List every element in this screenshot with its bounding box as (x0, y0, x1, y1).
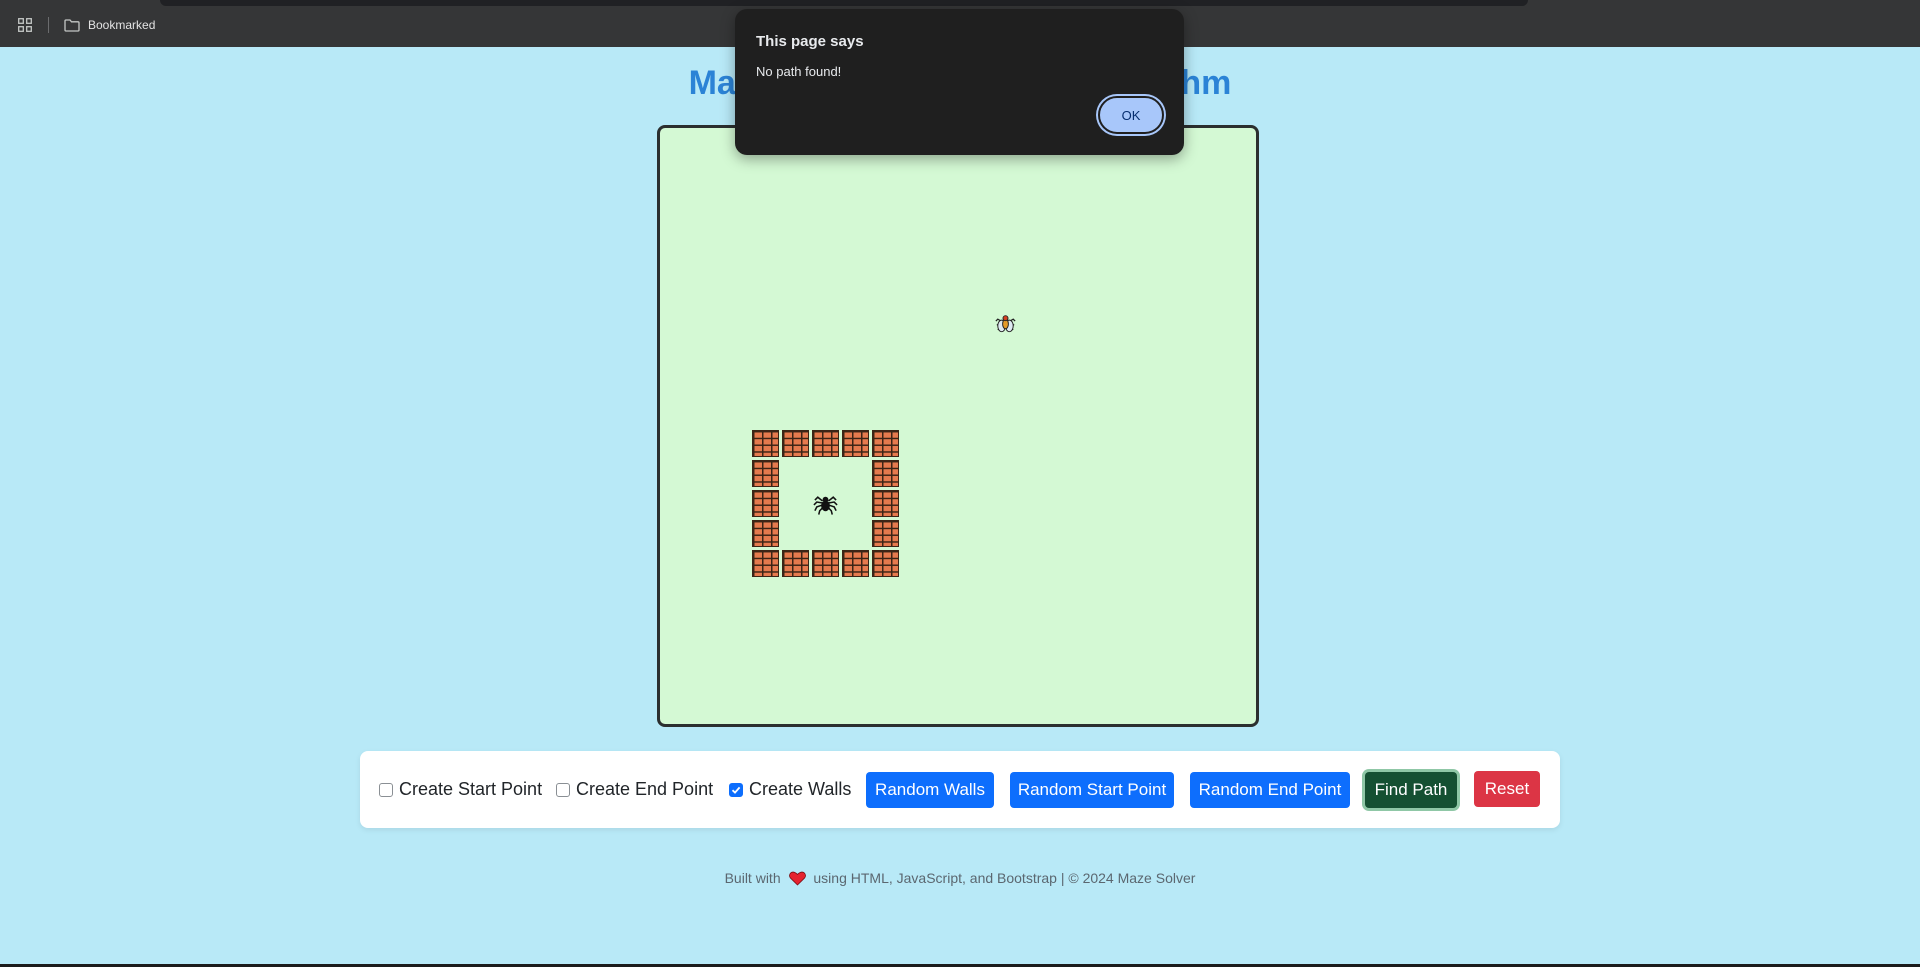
footer: Built with using HTML, JavaScript, and B… (0, 870, 1920, 886)
wall-cell[interactable] (871, 519, 899, 547)
checkmark-icon (731, 786, 741, 794)
checkbox-box[interactable] (729, 782, 743, 797)
reset-button[interactable]: Reset (1474, 771, 1540, 807)
checkbox-box[interactable] (556, 782, 570, 797)
wall-cell[interactable] (751, 459, 779, 487)
wall-cell[interactable] (751, 549, 779, 577)
dialog-title: This page says (756, 33, 864, 50)
dialog-message: No path found! (756, 64, 842, 79)
fly-icon[interactable] (992, 310, 1019, 337)
wall-cell[interactable] (871, 429, 899, 457)
create-start-point-label: Create Start Point (399, 779, 543, 799)
wall-cell[interactable] (871, 489, 899, 517)
create-start-point-checkbox[interactable]: Create Start Point (379, 779, 542, 800)
folder-icon (64, 18, 80, 32)
find-path-button[interactable]: Find Path (1365, 772, 1457, 808)
create-walls-checkbox[interactable]: Create Walls (729, 779, 851, 800)
wall-cell[interactable] (781, 429, 809, 457)
footer-prefix: Built with (724, 870, 781, 886)
create-walls-label: Create Walls (749, 779, 852, 799)
random-start-point-button[interactable]: Random Start Point (1010, 772, 1174, 808)
alert-dialog: This page says No path found! OK (735, 9, 1184, 155)
apps-grid-icon[interactable] (18, 18, 32, 32)
wall-cell[interactable] (841, 549, 869, 577)
wall-cell[interactable] (841, 429, 869, 457)
heart-icon (788, 871, 806, 886)
random-walls-button[interactable]: Random Walls (866, 772, 994, 808)
bookmark-folder-label: Bookmarked (88, 18, 156, 32)
wall-cell[interactable] (811, 549, 839, 577)
bookmark-folder-bookmarked[interactable]: Bookmarked (64, 16, 155, 34)
wall-cell[interactable] (871, 459, 899, 487)
wall-cell[interactable] (751, 519, 779, 547)
wall-cell[interactable] (871, 549, 899, 577)
random-end-point-button[interactable]: Random End Point (1190, 772, 1350, 808)
wall-cell[interactable] (781, 549, 809, 577)
checkbox-box[interactable] (379, 782, 393, 797)
maze-grid[interactable] (657, 125, 1259, 727)
control-panel: Create Start Point Create End Point Crea… (360, 751, 1560, 828)
dialog-ok-button[interactable]: OK (1098, 96, 1164, 134)
wall-cell[interactable] (751, 489, 779, 517)
footer-suffix: using HTML, JavaScript, and Bootstrap | … (813, 870, 1196, 886)
wall-cell[interactable] (811, 429, 839, 457)
create-end-point-checkbox[interactable]: Create End Point (556, 779, 713, 800)
address-bar[interactable] (160, 0, 1528, 6)
create-end-point-label: Create End Point (576, 779, 714, 799)
spider-icon[interactable] (812, 490, 839, 517)
bookmarks-divider (48, 17, 49, 33)
wall-cell[interactable] (751, 429, 779, 457)
